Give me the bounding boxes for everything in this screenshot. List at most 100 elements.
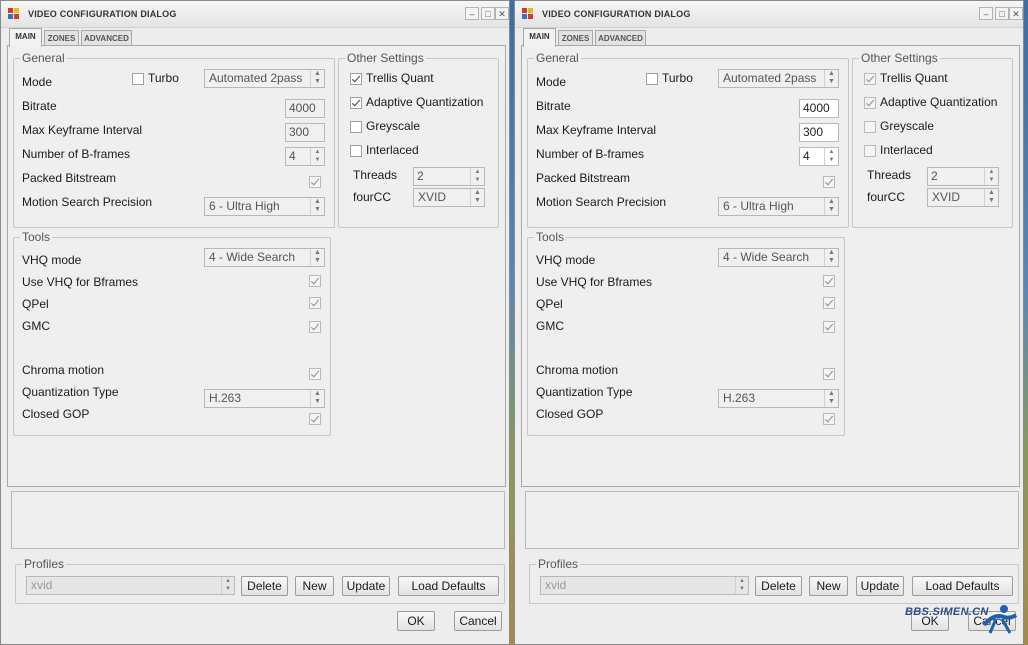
threads-stepper[interactable]: 2 ▲ ▼ — [927, 167, 999, 186]
bitrate-input[interactable]: 4000 — [799, 99, 839, 118]
threads-stepper[interactable]: 2 ▲ ▼ — [413, 167, 485, 186]
cancel-button[interactable]: Cancel — [454, 611, 502, 631]
motion-precision-label: Motion Search Precision — [536, 195, 667, 209]
spin-arrows-icon: ▲ ▼ — [824, 70, 838, 87]
new-button[interactable]: New — [295, 576, 334, 596]
vhq-mode-select[interactable]: 4 - Wide Search ▲ ▼ — [718, 248, 839, 267]
trellis-quant-checkbox[interactable] — [350, 73, 362, 85]
profile-select[interactable]: xvid ▲ ▼ — [540, 576, 749, 595]
motion-precision-select[interactable]: 6 - Ultra High ▲ ▼ — [204, 197, 325, 216]
close-icon[interactable]: ✕ — [495, 7, 509, 20]
closed-gop-checkbox[interactable] — [309, 413, 321, 425]
bframes-stepper[interactable]: 4 ▲ ▼ — [285, 147, 325, 166]
adaptive-quantization-checkbox[interactable] — [350, 97, 362, 109]
qpel-checkbox[interactable] — [309, 297, 321, 309]
packed-bitstream-checkbox[interactable] — [309, 176, 321, 188]
tab-zones[interactable]: ZONES — [558, 30, 593, 46]
qpel-label: QPel — [22, 297, 49, 311]
other-settings-group: Other Settings Trellis Quant Adaptive Qu… — [852, 51, 1013, 228]
greyscale-checkbox[interactable] — [350, 121, 362, 133]
vhq-bframes-checkbox[interactable] — [823, 275, 835, 287]
spin-arrows-icon: ▲ ▼ — [470, 189, 484, 206]
quantization-type-label: Quantization Type — [536, 385, 633, 399]
qpel-label: QPel — [536, 297, 563, 311]
spin-arrows-icon: ▲ ▼ — [984, 189, 998, 206]
closed-gop-checkbox[interactable] — [823, 413, 835, 425]
spin-arrows-icon[interactable]: ▲ ▼ — [984, 168, 998, 185]
close-icon[interactable]: ✕ — [1009, 7, 1023, 20]
fourcc-select[interactable]: XVID ▲ ▼ — [927, 188, 999, 207]
tab-main[interactable]: MAIN — [9, 28, 42, 47]
motion-precision-select[interactable]: 6 - Ultra High ▲ ▼ — [718, 197, 839, 216]
qpel-checkbox[interactable] — [823, 297, 835, 309]
interlaced-checkbox[interactable] — [864, 145, 876, 157]
adaptive-quantization-checkbox[interactable] — [864, 97, 876, 109]
delete-button[interactable]: Delete — [755, 576, 802, 596]
spin-arrows-icon[interactable]: ▲ ▼ — [310, 148, 324, 165]
new-button[interactable]: New — [809, 576, 848, 596]
bframes-label: Number of B-frames — [22, 147, 131, 161]
minimize-icon[interactable]: – — [465, 7, 479, 20]
greyscale-label: Greyscale — [366, 119, 421, 133]
max-keyframe-label: Max Keyframe Interval — [536, 123, 657, 137]
mode-select[interactable]: Automated 2pass ▲ ▼ — [718, 69, 839, 88]
update-button[interactable]: Update — [856, 576, 904, 596]
spin-arrows-icon[interactable]: ▲ ▼ — [470, 168, 484, 185]
minimize-icon[interactable]: – — [979, 7, 993, 20]
general-group-title: General — [534, 51, 581, 65]
dialog-title: VIDEO CONFIGURATION DIALOG — [28, 9, 177, 19]
main-tab-panel: General Mode Turbo Automated 2pass ▲ ▼ Bi… — [7, 45, 506, 487]
tab-main[interactable]: MAIN — [523, 28, 556, 47]
other-settings-title: Other Settings — [859, 51, 940, 65]
trellis-quant-checkbox[interactable] — [864, 73, 876, 85]
profile-select[interactable]: xvid ▲ ▼ — [26, 576, 235, 595]
packed-bitstream-checkbox[interactable] — [823, 176, 835, 188]
interlaced-checkbox[interactable] — [350, 145, 362, 157]
threads-value: 2 — [931, 169, 938, 183]
spin-arrows-icon: ▲ ▼ — [310, 390, 324, 407]
greyscale-checkbox[interactable] — [864, 121, 876, 133]
maximize-icon[interactable]: □ — [995, 7, 1009, 20]
max-keyframe-input[interactable]: 300 — [799, 123, 839, 142]
trellis-quant-label: Trellis Quant — [366, 71, 434, 85]
title-bar[interactable]: VIDEO CONFIGURATION DIALOG – □ ✕ — [515, 1, 1023, 28]
closed-gop-label: Closed GOP — [22, 407, 90, 421]
gmc-checkbox[interactable] — [823, 321, 835, 333]
delete-button[interactable]: Delete — [241, 576, 288, 596]
turbo-checkbox[interactable] — [132, 73, 144, 85]
maximize-icon[interactable]: □ — [481, 7, 495, 20]
bframes-stepper[interactable]: 4 ▲ ▼ — [799, 147, 839, 166]
vhq-mode-select[interactable]: 4 - Wide Search ▲ ▼ — [204, 248, 325, 267]
other-settings-group: Other Settings Trellis Quant Adaptive Qu… — [338, 51, 499, 228]
tab-advanced[interactable]: ADVANCED — [81, 30, 132, 46]
mode-select[interactable]: Automated 2pass ▲ ▼ — [204, 69, 325, 88]
spin-arrows-icon[interactable]: ▲ ▼ — [824, 148, 838, 165]
bitrate-input[interactable]: 4000 — [285, 99, 325, 118]
closed-gop-label: Closed GOP — [536, 407, 604, 421]
tab-advanced[interactable]: ADVANCED — [595, 30, 646, 46]
chroma-motion-checkbox[interactable] — [309, 368, 321, 380]
turbo-checkbox[interactable] — [646, 73, 658, 85]
load-defaults-button[interactable]: Load Defaults — [398, 576, 499, 596]
ok-button[interactable]: OK — [397, 611, 435, 631]
tools-group: Tools VHQ mode 4 - Wide Search ▲ ▼ Use VH… — [13, 230, 331, 436]
bframes-value: 4 — [803, 149, 810, 163]
load-defaults-button[interactable]: Load Defaults — [912, 576, 1013, 596]
gmc-checkbox[interactable] — [309, 321, 321, 333]
greyscale-label: Greyscale — [880, 119, 935, 133]
update-button[interactable]: Update — [342, 576, 390, 596]
max-keyframe-input[interactable]: 300 — [285, 123, 325, 142]
fourcc-select[interactable]: XVID ▲ ▼ — [413, 188, 485, 207]
mode-label: Mode — [536, 75, 567, 89]
threads-label: Threads — [353, 168, 398, 182]
vhq-bframes-checkbox[interactable] — [309, 275, 321, 287]
quantization-type-select[interactable]: H.263 ▲ ▼ — [718, 389, 839, 408]
quantization-type-select[interactable]: H.263 ▲ ▼ — [204, 389, 325, 408]
fourcc-value: XVID — [418, 190, 447, 204]
vhq-mode-value: 4 - Wide Search — [209, 250, 296, 264]
adaptive-quantization-label: Adaptive Quantization — [880, 95, 998, 109]
title-bar[interactable]: VIDEO CONFIGURATION DIALOG – □ ✕ — [1, 1, 509, 28]
tab-zones[interactable]: ZONES — [44, 30, 79, 46]
fourcc-value: XVID — [932, 190, 961, 204]
chroma-motion-checkbox[interactable] — [823, 368, 835, 380]
